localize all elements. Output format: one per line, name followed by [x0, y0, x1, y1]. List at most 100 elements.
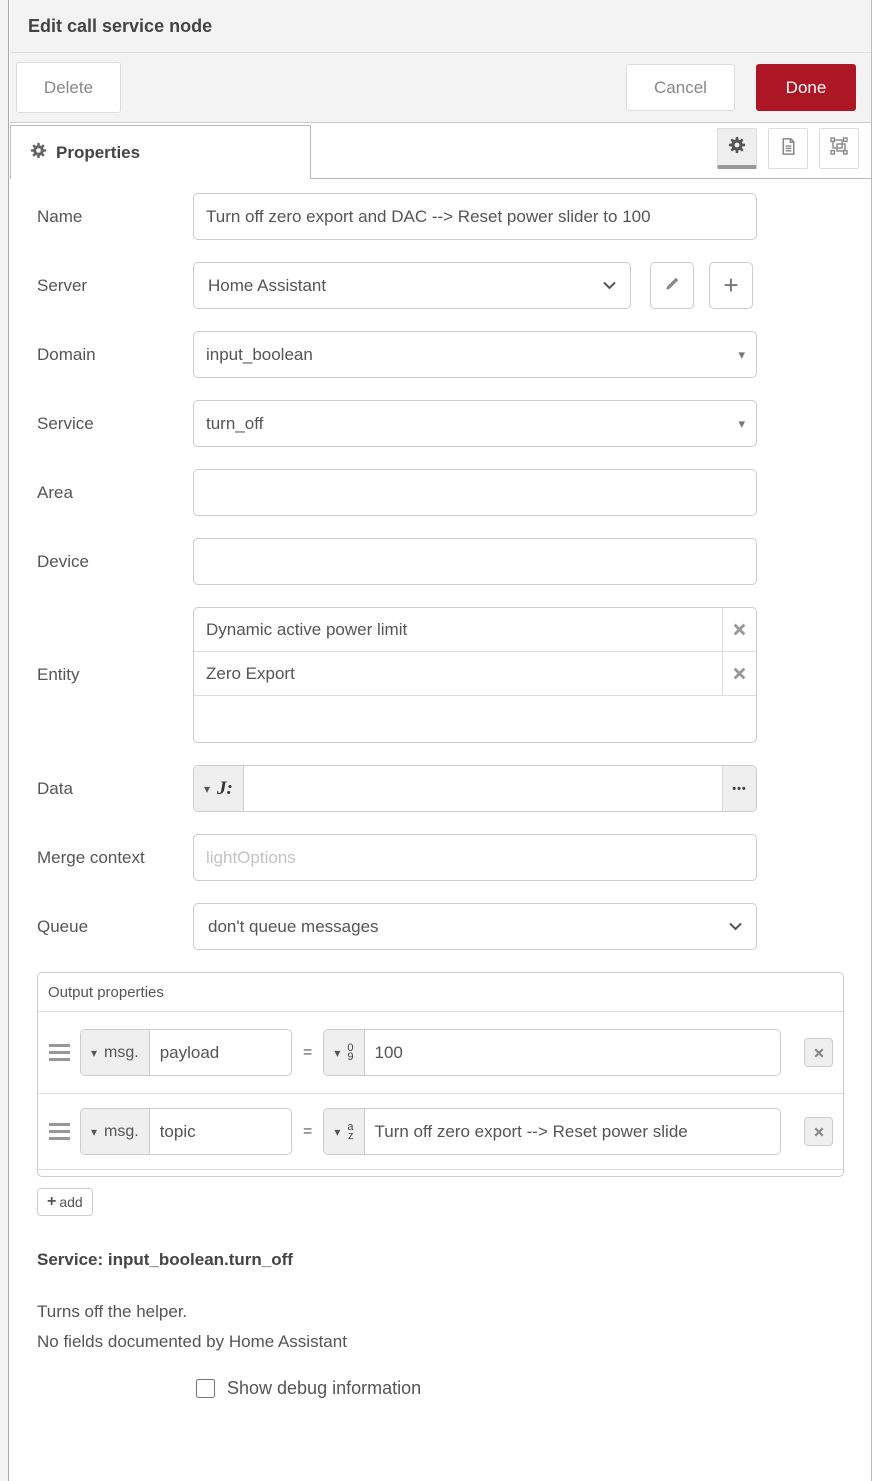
- server-select-value: Home Assistant: [208, 276, 326, 296]
- tab-properties-label: Properties: [56, 143, 140, 163]
- property-type-select-button[interactable]: ▾ msg.: [81, 1109, 150, 1154]
- entity-row: Entity Dynamic active power limit Zero E…: [37, 607, 871, 743]
- add-property-button[interactable]: + add: [37, 1188, 93, 1216]
- delete-button[interactable]: Delete: [16, 62, 121, 113]
- queue-select[interactable]: don't queue messages: [193, 903, 757, 950]
- property-typed-input: ▾ msg. topic: [80, 1108, 292, 1155]
- device-row: Device: [37, 538, 871, 585]
- appearance-view-button[interactable]: [819, 128, 859, 169]
- output-property-row: ▾ msg. payload = ▾ 0 9: [38, 1012, 843, 1094]
- remove-property-button[interactable]: [804, 1117, 833, 1146]
- output-properties-title: Output properties: [38, 973, 843, 1012]
- jsonata-icon: J:: [217, 778, 233, 800]
- value-type-select-button[interactable]: ▾ 0 9: [324, 1030, 364, 1075]
- server-select[interactable]: Home Assistant: [193, 262, 631, 309]
- entity-label: Entity: [37, 665, 193, 685]
- domain-row: Domain ▾: [37, 331, 871, 378]
- show-debug-label: Show debug information: [227, 1378, 421, 1399]
- property-type-select-button[interactable]: ▾ msg.: [81, 1030, 150, 1075]
- property-typed-input: ▾ msg. payload: [80, 1029, 292, 1076]
- property-name[interactable]: payload: [150, 1030, 291, 1075]
- cancel-button[interactable]: Cancel: [626, 64, 735, 111]
- string-type-icon: a z: [347, 1123, 353, 1140]
- description-view-button[interactable]: [768, 128, 808, 169]
- add-server-button[interactable]: +: [709, 262, 753, 309]
- tab-properties[interactable]: Properties: [10, 125, 311, 179]
- properties-form: Name Server Home Assistant +: [10, 179, 871, 1399]
- data-row: Data ▾ J: •••: [37, 765, 871, 812]
- area-row: Area: [37, 469, 871, 516]
- equals-sign: =: [303, 1123, 312, 1141]
- done-button[interactable]: Done: [756, 64, 856, 111]
- service-info-section: Service: input_boolean.turn_off Turns of…: [37, 1250, 871, 1399]
- entity-item-text[interactable]: Zero Export: [194, 664, 722, 684]
- data-input[interactable]: [244, 766, 722, 811]
- close-icon: [814, 1048, 824, 1058]
- workspace-edge: [0, 0, 9, 1481]
- show-debug-checkbox[interactable]: [196, 1379, 215, 1398]
- device-input[interactable]: [193, 538, 757, 585]
- domain-label: Domain: [37, 345, 193, 365]
- entity-list-item[interactable]: Zero Export: [194, 652, 756, 696]
- service-description: Turns off the helper. No fields document…: [37, 1297, 871, 1357]
- entity-item-text[interactable]: Dynamic active power limit: [194, 620, 722, 640]
- service-description-line: No fields documented by Home Assistant: [37, 1327, 871, 1357]
- remove-entity-button[interactable]: [722, 652, 756, 695]
- data-type-select-button[interactable]: ▾ J:: [194, 766, 244, 811]
- edit-node-tray: Edit call service node Delete Cancel Don…: [10, 0, 872, 1481]
- property-value[interactable]: Turn off zero export --> Reset power sli…: [365, 1109, 781, 1154]
- service-input[interactable]: [193, 400, 757, 447]
- merge-context-label: Merge context: [37, 848, 193, 868]
- queue-select-value: don't queue messages: [208, 917, 379, 937]
- value-typed-input: ▾ a z Turn off zero export --> Reset pow…: [323, 1108, 781, 1155]
- caret-down-icon: ▾: [204, 782, 210, 796]
- tray-toolbar: Delete Cancel Done: [10, 53, 871, 123]
- tab-bar: Properties: [10, 123, 871, 179]
- server-row: Server Home Assistant +: [37, 262, 871, 309]
- property-value[interactable]: 100: [365, 1030, 781, 1075]
- msg-prefix: msg.: [104, 1123, 139, 1141]
- merge-context-input[interactable]: [193, 834, 757, 881]
- caret-down-icon: ▾: [91, 1046, 97, 1060]
- document-icon: [779, 137, 798, 161]
- entity-list-item-empty[interactable]: [194, 696, 756, 742]
- queue-label: Queue: [37, 917, 193, 937]
- dialog-title: Edit call service node: [28, 16, 212, 37]
- area-label: Area: [37, 483, 193, 503]
- service-row: Service ▾: [37, 400, 871, 447]
- remove-entity-button[interactable]: [722, 608, 756, 651]
- domain-input[interactable]: [193, 331, 757, 378]
- device-label: Device: [37, 552, 193, 572]
- close-icon: [814, 1127, 824, 1137]
- msg-prefix: msg.: [104, 1044, 139, 1062]
- expand-editor-button[interactable]: •••: [722, 766, 756, 811]
- service-description-line: Turns off the helper.: [37, 1297, 871, 1327]
- data-label: Data: [37, 779, 193, 799]
- caret-down-icon: ▾: [334, 1125, 340, 1139]
- edit-server-button[interactable]: [650, 262, 694, 309]
- gear-icon: [30, 142, 47, 164]
- name-input[interactable]: [193, 193, 757, 240]
- number-type-icon: 0 9: [347, 1044, 353, 1061]
- chevron-down-icon: [729, 922, 742, 931]
- plus-icon: +: [723, 270, 738, 301]
- properties-view-button[interactable]: [717, 128, 757, 169]
- gear-icon: [728, 136, 746, 159]
- ellipsis-icon: •••: [732, 783, 747, 795]
- drag-handle-icon[interactable]: [48, 1051, 70, 1054]
- entity-list-item[interactable]: Dynamic active power limit: [194, 608, 756, 652]
- property-name[interactable]: topic: [150, 1109, 291, 1154]
- close-icon: [733, 667, 746, 680]
- value-typed-input: ▾ 0 9 100: [323, 1029, 781, 1076]
- value-type-select-button[interactable]: ▾ a z: [324, 1109, 364, 1154]
- drag-handle-icon[interactable]: [48, 1130, 70, 1133]
- tab-icon-buttons: [717, 128, 859, 169]
- pencil-icon: [664, 276, 680, 295]
- add-button-label: add: [59, 1194, 82, 1210]
- entity-list: Dynamic active power limit Zero Export: [193, 607, 757, 743]
- debug-checkbox-row: Show debug information: [37, 1378, 871, 1399]
- close-icon: [733, 623, 746, 636]
- remove-property-button[interactable]: [804, 1038, 833, 1067]
- area-input[interactable]: [193, 469, 757, 516]
- name-row: Name: [37, 193, 871, 240]
